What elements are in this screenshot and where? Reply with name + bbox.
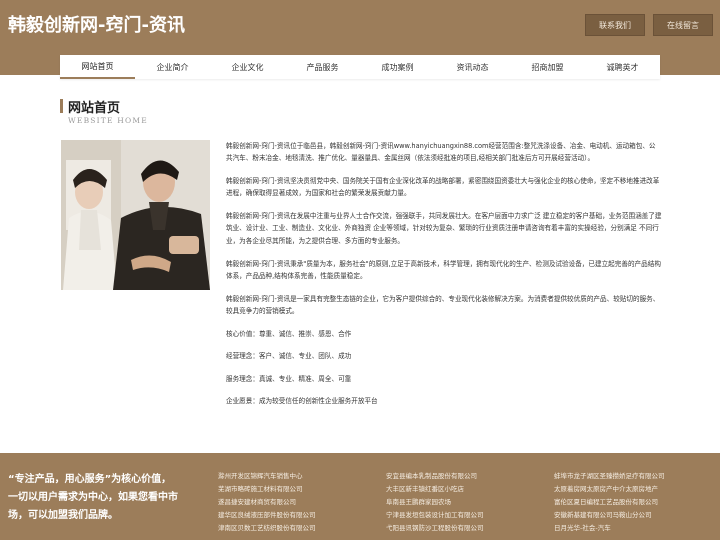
photo-illustration xyxy=(61,140,210,290)
business-philosophy: 经营理念：客户、诚信、专业、团队、成功 xyxy=(226,352,352,361)
footer-link[interactable]: 日月光华-社会-汽车 xyxy=(554,522,665,535)
site-title[interactable]: 韩毅创新网-窍门-资讯 xyxy=(8,11,185,37)
service-philosophy: 服务理念：真诚、专业、精准、周全、可靠 xyxy=(226,374,352,383)
intro-paragraph: 韩毅创新网-窍门-资讯坚决贯彻党中央、国务院关于国有企业深化改革的战略部署，紧密… xyxy=(226,177,660,198)
site-footer: “专注产品，用心服务”为核心价值，一切以用户需求为中心，如果您看中市场，可以加盟… xyxy=(0,453,720,540)
footer-links-col1: 滁州开发区锦辉汽车销售中心 芜湖市略砖施工材料有限公司 遂昌捷安建材商贸有限公司… xyxy=(218,470,316,535)
section-subtitle: WEBSITE HOME xyxy=(68,116,148,125)
footer-link[interactable]: 遂昌捷安建材商贸有限公司 xyxy=(218,496,316,509)
footer-link[interactable]: 大丰区新丰镇红番区小吃店 xyxy=(386,483,484,496)
section-accent-bar xyxy=(60,99,63,113)
nav-item-cases[interactable]: 成功案例 xyxy=(360,55,435,79)
footer-link[interactable]: 太原着房网太原房产中介太原房地产 xyxy=(554,483,665,496)
footer-links-col3: 蚌埠市龙子湖区圣臻攒娇足疗有限公司 太原着房网太原房产中介太原房地产 富伦区夏日… xyxy=(554,470,665,535)
company-vision: 企业愿景：成为较受信任的创新性企业服务开放平台 xyxy=(226,397,378,406)
core-values: 核心价值：尊重、诚信、推崇、感恩、合作 xyxy=(226,329,352,338)
footer-links-col2: 安宜县编本乳制品股份有限公司 大丰区新丰镇红番区小吃店 阜南县王鹏群家园农场 宁… xyxy=(386,470,484,535)
nav-item-culture[interactable]: 企业文化 xyxy=(210,55,285,79)
footer-link[interactable]: 宁津县发垣包装设计加工有限公司 xyxy=(386,509,484,522)
nav-item-jobs[interactable]: 诚聘英才 xyxy=(585,55,660,79)
section-title: 网站首页 xyxy=(68,101,121,116)
footer-link[interactable]: 富伦区夏日编程工艺品股份有限公司 xyxy=(554,496,665,509)
nav-item-franchise[interactable]: 招商加盟 xyxy=(510,55,585,79)
footer-link[interactable]: 滁州开发区锦辉汽车销售中心 xyxy=(218,470,316,483)
footer-link[interactable]: 阜南县王鹏群家园农场 xyxy=(386,496,484,509)
footer-link[interactable]: 津南区贝数工艺纺织股份有限公司 xyxy=(218,522,316,535)
nav-item-news[interactable]: 资讯动态 xyxy=(435,55,510,79)
footer-slogan: “专注产品，用心服务”为核心价值，一切以用户需求为中心，如果您看中市场，可以加盟… xyxy=(8,474,178,521)
intro-paragraph: 韩毅创新网-窍门-资讯在发展中注重与业界人士合作交流，强强联手，共同发展壮大。在… xyxy=(226,212,662,245)
nav-item-products[interactable]: 产品服务 xyxy=(285,55,360,79)
footer-link[interactable]: 安徽新基建有限公司马鞍山分公司 xyxy=(554,509,665,522)
intro-content: 韩毅创新网-窍门-资讯位于临邑县，韩毅创新网-窍门-资讯www.hanyichu… xyxy=(226,140,662,418)
footer-link[interactable]: 建华区良绒液压部件股份有限公司 xyxy=(218,509,316,522)
intro-paragraph: 韩毅创新网-窍门-资讯秉承"质量为本，服务社会"的原则,立足于高新技术，科学管理… xyxy=(226,259,661,280)
footer-link[interactable]: 安宜县编本乳制品股份有限公司 xyxy=(386,470,484,483)
footer-link[interactable]: 蚌埠市龙子湖区圣臻攒娇足疗有限公司 xyxy=(554,470,665,483)
company-photo xyxy=(61,140,210,290)
nav-item-home[interactable]: 网站首页 xyxy=(60,55,135,79)
main-nav: 网站首页 企业简介 企业文化 产品服务 成功案例 资讯动态 招商加盟 诚聘英才 xyxy=(60,55,660,79)
footer-link[interactable]: 弋阳县讯钢防沙工程股份有限公司 xyxy=(386,522,484,535)
contact-us-button[interactable]: 联系我们 xyxy=(585,14,645,36)
intro-paragraph: 韩毅创新网-窍门-资讯是一家具有完整生态链的企业，它为客户提供综合的、专业现代化… xyxy=(226,294,660,315)
footer-link[interactable]: 芜湖市略砖施工材料有限公司 xyxy=(218,483,316,496)
intro-paragraph: 韩毅创新网-窍门-资讯位于临邑县，韩毅创新网-窍门-资讯www.hanyichu… xyxy=(226,142,656,163)
online-message-button[interactable]: 在线留言 xyxy=(653,14,713,36)
nav-item-about[interactable]: 企业简介 xyxy=(135,55,210,79)
